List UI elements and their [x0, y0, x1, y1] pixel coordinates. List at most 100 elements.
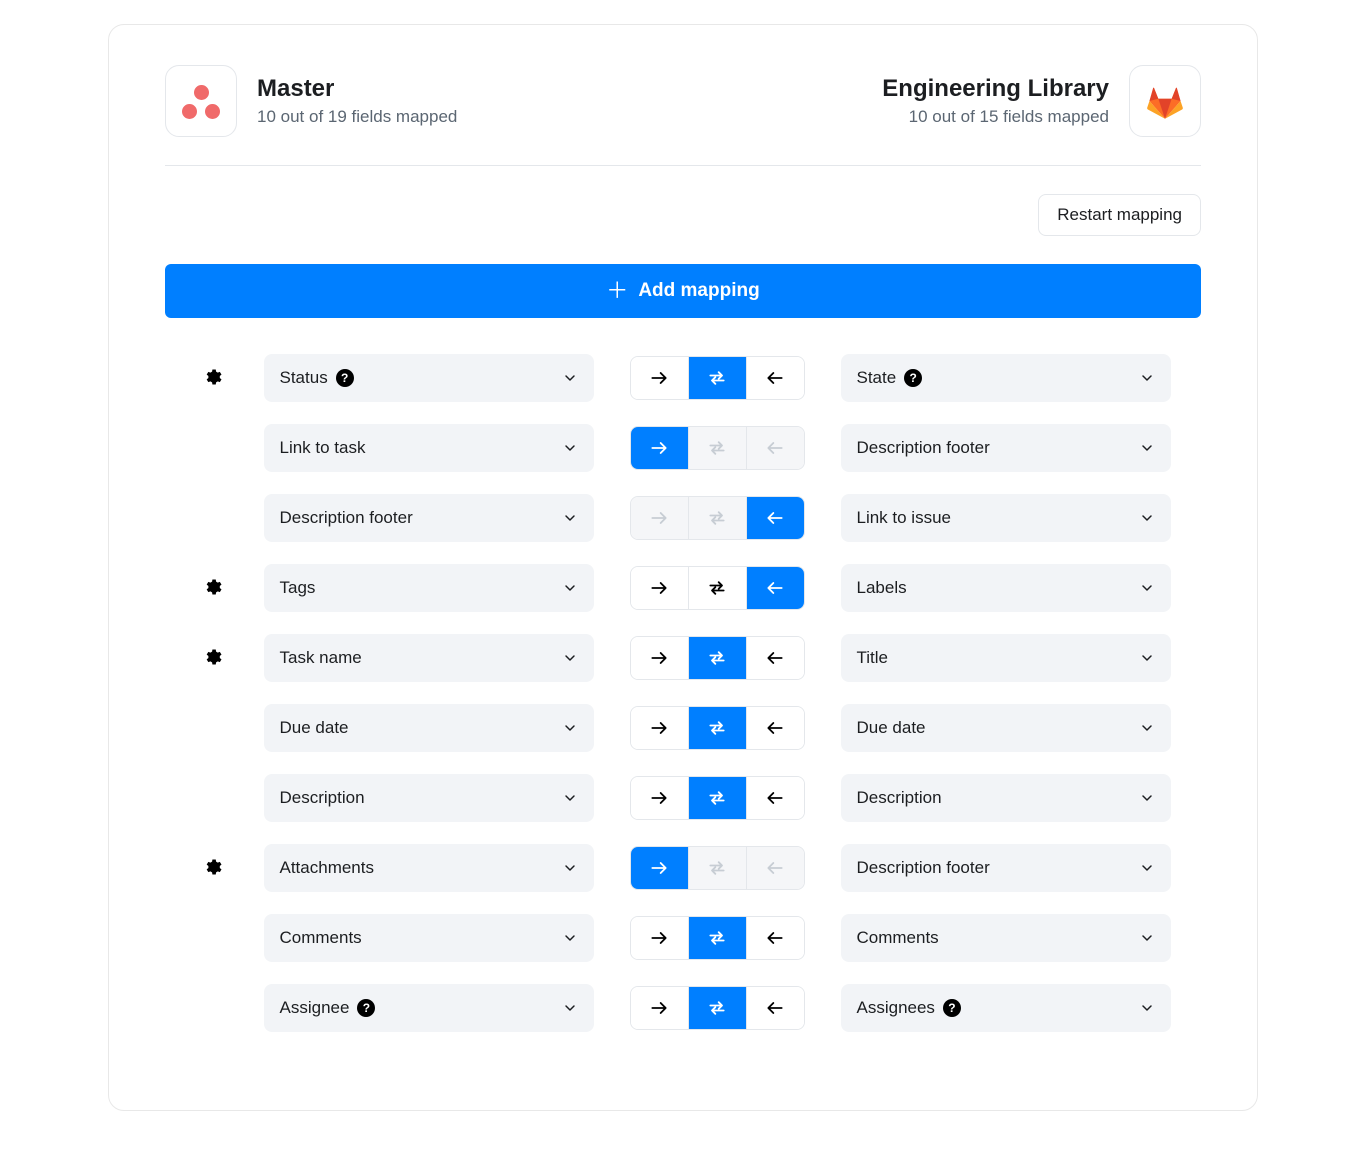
direction-left-button[interactable] [746, 497, 804, 539]
chevron-down-icon [562, 580, 578, 596]
right-field-select[interactable]: Description footer [841, 424, 1171, 472]
gear-icon [202, 857, 222, 877]
arrow-left-icon [765, 368, 785, 388]
right-field-select[interactable]: Comments [841, 914, 1171, 962]
left-field-select[interactable]: Tags [264, 564, 594, 612]
left-field-select[interactable]: Assignee? [264, 984, 594, 1032]
chevron-down-icon [1139, 580, 1155, 596]
direction-right-button[interactable] [631, 427, 689, 469]
left-field-select[interactable]: Task name [264, 634, 594, 682]
left-field-select[interactable]: Description [264, 774, 594, 822]
row-settings-button[interactable] [200, 575, 224, 602]
direction-both-button [688, 427, 746, 469]
right-field-select[interactable]: Description [841, 774, 1171, 822]
direction-toggle [630, 776, 805, 820]
direction-both-button[interactable] [688, 567, 746, 609]
direction-right-button[interactable] [631, 847, 689, 889]
direction-both-button[interactable] [688, 707, 746, 749]
right-field-label: State [857, 368, 897, 388]
left-field-label: Link to task [280, 438, 366, 458]
right-field-select[interactable]: Labels [841, 564, 1171, 612]
direction-both-button[interactable] [688, 987, 746, 1029]
right-field-label: Assignees [857, 998, 935, 1018]
restart-mapping-button[interactable]: Restart mapping [1038, 194, 1201, 236]
direction-right-button[interactable] [631, 707, 689, 749]
mapping-row: Tags Labels [165, 564, 1201, 612]
direction-left-button[interactable] [746, 707, 804, 749]
right-field-select[interactable]: State? [841, 354, 1171, 402]
left-field-label: Description footer [280, 508, 413, 528]
toolbar: Restart mapping [165, 194, 1201, 236]
direction-left-button[interactable] [746, 357, 804, 399]
direction-right-button[interactable] [631, 987, 689, 1029]
left-field-select[interactable]: Status? [264, 354, 594, 402]
right-field-label: Title [857, 648, 889, 668]
chevron-down-icon [1139, 510, 1155, 526]
arrow-left-icon [765, 578, 785, 598]
arrow-left-icon [765, 928, 785, 948]
arrow-right-icon [649, 718, 669, 738]
mapping-rows: Status?State?Link to taskDescription foo… [165, 354, 1201, 1032]
mapping-row: Description Description [165, 774, 1201, 822]
left-field-select[interactable]: Link to task [264, 424, 594, 472]
chevron-down-icon [1139, 440, 1155, 456]
row-settings-button[interactable] [200, 365, 224, 392]
chevron-down-icon [1139, 1000, 1155, 1016]
direction-right-button[interactable] [631, 777, 689, 819]
left-field-label: Comments [280, 928, 362, 948]
header-right: Engineering Library 10 out of 15 fields … [882, 65, 1201, 137]
arrow-right-icon [649, 788, 669, 808]
arrow-right-icon [649, 998, 669, 1018]
chevron-down-icon [562, 1000, 578, 1016]
right-field-select[interactable]: Assignees? [841, 984, 1171, 1032]
gitlab-app-icon [1129, 65, 1201, 137]
direction-right-button[interactable] [631, 567, 689, 609]
left-field-label: Status [280, 368, 328, 388]
help-icon: ? [357, 999, 375, 1017]
left-field-select[interactable]: Due date [264, 704, 594, 752]
header-left: Master 10 out of 19 fields mapped [165, 65, 457, 137]
arrow-right-icon [649, 648, 669, 668]
row-settings-button[interactable] [200, 645, 224, 672]
left-field-label: Tags [280, 578, 316, 598]
arrow-right-icon [649, 508, 669, 528]
direction-right-button[interactable] [631, 637, 689, 679]
arrow-left-icon [765, 788, 785, 808]
arrow-left-icon [765, 998, 785, 1018]
right-field-select[interactable]: Description footer [841, 844, 1171, 892]
right-field-select[interactable]: Link to issue [841, 494, 1171, 542]
direction-left-button[interactable] [746, 917, 804, 959]
left-field-label: Assignee [280, 998, 350, 1018]
left-field-select[interactable]: Comments [264, 914, 594, 962]
direction-left-button[interactable] [746, 987, 804, 1029]
add-mapping-button[interactable]: ＋ Add mapping [165, 264, 1201, 318]
direction-left-button[interactable] [746, 567, 804, 609]
arrow-left-icon [765, 508, 785, 528]
chevron-down-icon [1139, 650, 1155, 666]
direction-left-button[interactable] [746, 637, 804, 679]
left-field-label: Due date [280, 718, 349, 738]
left-field-select[interactable]: Attachments [264, 844, 594, 892]
direction-right-button[interactable] [631, 917, 689, 959]
chevron-down-icon [562, 720, 578, 736]
direction-both-button [688, 497, 746, 539]
right-field-select[interactable]: Due date [841, 704, 1171, 752]
row-settings-button[interactable] [200, 855, 224, 882]
mapping-row: Status?State? [165, 354, 1201, 402]
left-field-select[interactable]: Description footer [264, 494, 594, 542]
right-field-select[interactable]: Title [841, 634, 1171, 682]
arrow-left-icon [765, 648, 785, 668]
direction-both-button[interactable] [688, 917, 746, 959]
help-icon: ? [904, 369, 922, 387]
chevron-down-icon [562, 790, 578, 806]
direction-left-button[interactable] [746, 777, 804, 819]
direction-toggle [630, 356, 805, 400]
direction-right-button[interactable] [631, 357, 689, 399]
gear-icon [202, 367, 222, 387]
arrow-left-icon [765, 858, 785, 878]
direction-both-button[interactable] [688, 357, 746, 399]
direction-both-button[interactable] [688, 637, 746, 679]
chevron-down-icon [1139, 370, 1155, 386]
chevron-down-icon [562, 370, 578, 386]
direction-both-button[interactable] [688, 777, 746, 819]
